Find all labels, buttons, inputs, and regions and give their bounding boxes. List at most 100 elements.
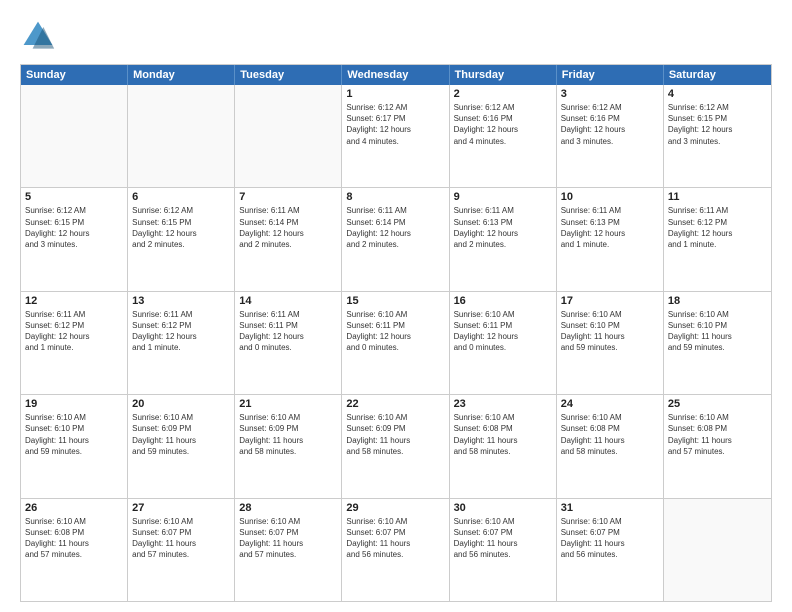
calendar-cell-day-13: 13 Sunrise: 6:11 AM Sunset: 6:12 PM Dayli… <box>128 292 235 394</box>
calendar-cell-day-3: 3Sunrise: 6:12 AM Sunset: 6:16 PM Daylig… <box>557 85 664 187</box>
cell-info: Sunrise: 6:11 AM Sunset: 6:12 PM Dayligh… <box>25 309 123 354</box>
calendar-row-0: 1 Sunrise: 6:12 AM Sunset: 6:17 PM Daylig… <box>21 85 771 187</box>
cell-info: Sunrise: 6:10 AM Sunset: 6:08 PM Dayligh… <box>25 516 123 561</box>
calendar-cell-day-18: 18 Sunrise: 6:10 AM Sunset: 6:10 PM Dayli… <box>664 292 771 394</box>
calendar-cell-day-29: 29 Sunrise: 6:10 AM Sunset: 6:07 PM Dayli… <box>342 499 449 601</box>
cell-info: Sunrise: 6:11 AM Sunset: 6:12 PM Dayligh… <box>668 205 767 250</box>
calendar-body: 1 Sunrise: 6:12 AM Sunset: 6:17 PM Daylig… <box>21 85 771 601</box>
calendar-cell-day-9: 9 Sunrise: 6:11 AM Sunset: 6:13 PM Daylig… <box>450 188 557 290</box>
calendar-cell-day-11: 11Sunrise: 6:11 AM Sunset: 6:12 PM Dayli… <box>664 188 771 290</box>
cell-info: Sunrise: 6:11 AM Sunset: 6:14 PM Dayligh… <box>346 205 444 250</box>
calendar-row-2: 12 Sunrise: 6:11 AM Sunset: 6:12 PM Dayli… <box>21 291 771 394</box>
day-number: 23 <box>454 398 552 410</box>
cell-info: Sunrise: 6:12 AM Sunset: 6:15 PM Dayligh… <box>25 205 123 250</box>
calendar-cell-day-25: 25 Sunrise: 6:10 AM Sunset: 6:08 PM Dayli… <box>664 395 771 497</box>
calendar-row-4: 26Sunrise: 6:10 AM Sunset: 6:08 PM Dayli… <box>21 498 771 601</box>
cell-info: Sunrise: 6:10 AM Sunset: 6:10 PM Dayligh… <box>668 309 767 354</box>
calendar-cell-day-7: 7 Sunrise: 6:11 AM Sunset: 6:14 PM Daylig… <box>235 188 342 290</box>
cell-info: Sunrise: 6:12 AM Sunset: 6:17 PM Dayligh… <box>346 102 444 147</box>
weekday-header-sunday: Sunday <box>21 65 128 85</box>
calendar-header: SundayMondayTuesdayWednesdayThursdayFrid… <box>21 65 771 85</box>
calendar-cell-day-27: 27Sunrise: 6:10 AM Sunset: 6:07 PM Dayli… <box>128 499 235 601</box>
calendar-cell-day-12: 12 Sunrise: 6:11 AM Sunset: 6:12 PM Dayli… <box>21 292 128 394</box>
cell-info: Sunrise: 6:12 AM Sunset: 6:15 PM Dayligh… <box>132 205 230 250</box>
day-number: 19 <box>25 398 123 410</box>
calendar-cell-day-5: 5Sunrise: 6:12 AM Sunset: 6:15 PM Daylig… <box>21 188 128 290</box>
day-number: 1 <box>346 88 444 100</box>
cell-info: Sunrise: 6:10 AM Sunset: 6:07 PM Dayligh… <box>239 516 337 561</box>
cell-info: Sunrise: 6:10 AM Sunset: 6:10 PM Dayligh… <box>25 412 123 457</box>
cell-info: Sunrise: 6:10 AM Sunset: 6:08 PM Dayligh… <box>561 412 659 457</box>
day-number: 28 <box>239 502 337 514</box>
calendar-cell-day-1: 1 Sunrise: 6:12 AM Sunset: 6:17 PM Daylig… <box>342 85 449 187</box>
day-number: 16 <box>454 295 552 307</box>
day-number: 24 <box>561 398 659 410</box>
page: SundayMondayTuesdayWednesdayThursdayFrid… <box>0 0 792 612</box>
day-number: 4 <box>668 88 767 100</box>
calendar-cell-day-23: 23 Sunrise: 6:10 AM Sunset: 6:08 PM Dayli… <box>450 395 557 497</box>
calendar-cell-day-22: 22 Sunrise: 6:10 AM Sunset: 6:09 PM Dayli… <box>342 395 449 497</box>
calendar-row-1: 5Sunrise: 6:12 AM Sunset: 6:15 PM Daylig… <box>21 187 771 290</box>
day-number: 17 <box>561 295 659 307</box>
cell-info: Sunrise: 6:11 AM Sunset: 6:14 PM Dayligh… <box>239 205 337 250</box>
calendar-cell-day-14: 14 Sunrise: 6:11 AM Sunset: 6:11 PM Dayli… <box>235 292 342 394</box>
calendar-cell-day-17: 17 Sunrise: 6:10 AM Sunset: 6:10 PM Dayli… <box>557 292 664 394</box>
calendar-cell-day-4: 4Sunrise: 6:12 AM Sunset: 6:15 PM Daylig… <box>664 85 771 187</box>
day-number: 9 <box>454 191 552 203</box>
calendar-cell-day-16: 16 Sunrise: 6:10 AM Sunset: 6:11 PM Dayli… <box>450 292 557 394</box>
day-number: 30 <box>454 502 552 514</box>
day-number: 18 <box>668 295 767 307</box>
calendar-cell-day-31: 31Sunrise: 6:10 AM Sunset: 6:07 PM Dayli… <box>557 499 664 601</box>
calendar-cell-empty <box>128 85 235 187</box>
weekday-header-wednesday: Wednesday <box>342 65 449 85</box>
cell-info: Sunrise: 6:12 AM Sunset: 6:16 PM Dayligh… <box>561 102 659 147</box>
cell-info: Sunrise: 6:10 AM Sunset: 6:07 PM Dayligh… <box>561 516 659 561</box>
day-number: 7 <box>239 191 337 203</box>
cell-info: Sunrise: 6:10 AM Sunset: 6:08 PM Dayligh… <box>668 412 767 457</box>
day-number: 2 <box>454 88 552 100</box>
cell-info: Sunrise: 6:10 AM Sunset: 6:07 PM Dayligh… <box>346 516 444 561</box>
day-number: 10 <box>561 191 659 203</box>
cell-info: Sunrise: 6:10 AM Sunset: 6:07 PM Dayligh… <box>132 516 230 561</box>
day-number: 15 <box>346 295 444 307</box>
logo <box>20 18 62 54</box>
calendar-cell-empty <box>664 499 771 601</box>
cell-info: Sunrise: 6:10 AM Sunset: 6:09 PM Dayligh… <box>346 412 444 457</box>
cell-info: Sunrise: 6:12 AM Sunset: 6:16 PM Dayligh… <box>454 102 552 147</box>
cell-info: Sunrise: 6:11 AM Sunset: 6:13 PM Dayligh… <box>561 205 659 250</box>
cell-info: Sunrise: 6:10 AM Sunset: 6:09 PM Dayligh… <box>239 412 337 457</box>
calendar-cell-day-15: 15Sunrise: 6:10 AM Sunset: 6:11 PM Dayli… <box>342 292 449 394</box>
weekday-header-monday: Monday <box>128 65 235 85</box>
calendar-cell-empty <box>235 85 342 187</box>
cell-info: Sunrise: 6:10 AM Sunset: 6:07 PM Dayligh… <box>454 516 552 561</box>
calendar: SundayMondayTuesdayWednesdayThursdayFrid… <box>20 64 772 602</box>
day-number: 12 <box>25 295 123 307</box>
day-number: 22 <box>346 398 444 410</box>
weekday-header-saturday: Saturday <box>664 65 771 85</box>
day-number: 29 <box>346 502 444 514</box>
calendar-cell-day-21: 21 Sunrise: 6:10 AM Sunset: 6:09 PM Dayli… <box>235 395 342 497</box>
calendar-cell-day-10: 10 Sunrise: 6:11 AM Sunset: 6:13 PM Dayli… <box>557 188 664 290</box>
logo-icon <box>20 18 56 54</box>
calendar-row-3: 19 Sunrise: 6:10 AM Sunset: 6:10 PM Dayli… <box>21 394 771 497</box>
calendar-cell-day-30: 30 Sunrise: 6:10 AM Sunset: 6:07 PM Dayli… <box>450 499 557 601</box>
header <box>20 18 772 54</box>
day-number: 8 <box>346 191 444 203</box>
calendar-cell-day-2: 2 Sunrise: 6:12 AM Sunset: 6:16 PM Daylig… <box>450 85 557 187</box>
day-number: 21 <box>239 398 337 410</box>
weekday-header-tuesday: Tuesday <box>235 65 342 85</box>
cell-info: Sunrise: 6:10 AM Sunset: 6:10 PM Dayligh… <box>561 309 659 354</box>
cell-info: Sunrise: 6:11 AM Sunset: 6:12 PM Dayligh… <box>132 309 230 354</box>
weekday-header-thursday: Thursday <box>450 65 557 85</box>
day-number: 25 <box>668 398 767 410</box>
day-number: 13 <box>132 295 230 307</box>
calendar-cell-day-20: 20Sunrise: 6:10 AM Sunset: 6:09 PM Dayli… <box>128 395 235 497</box>
cell-info: Sunrise: 6:10 AM Sunset: 6:09 PM Dayligh… <box>132 412 230 457</box>
cell-info: Sunrise: 6:10 AM Sunset: 6:11 PM Dayligh… <box>454 309 552 354</box>
cell-info: Sunrise: 6:11 AM Sunset: 6:13 PM Dayligh… <box>454 205 552 250</box>
day-number: 14 <box>239 295 337 307</box>
weekday-header-friday: Friday <box>557 65 664 85</box>
cell-info: Sunrise: 6:11 AM Sunset: 6:11 PM Dayligh… <box>239 309 337 354</box>
calendar-cell-day-6: 6Sunrise: 6:12 AM Sunset: 6:15 PM Daylig… <box>128 188 235 290</box>
cell-info: Sunrise: 6:10 AM Sunset: 6:08 PM Dayligh… <box>454 412 552 457</box>
